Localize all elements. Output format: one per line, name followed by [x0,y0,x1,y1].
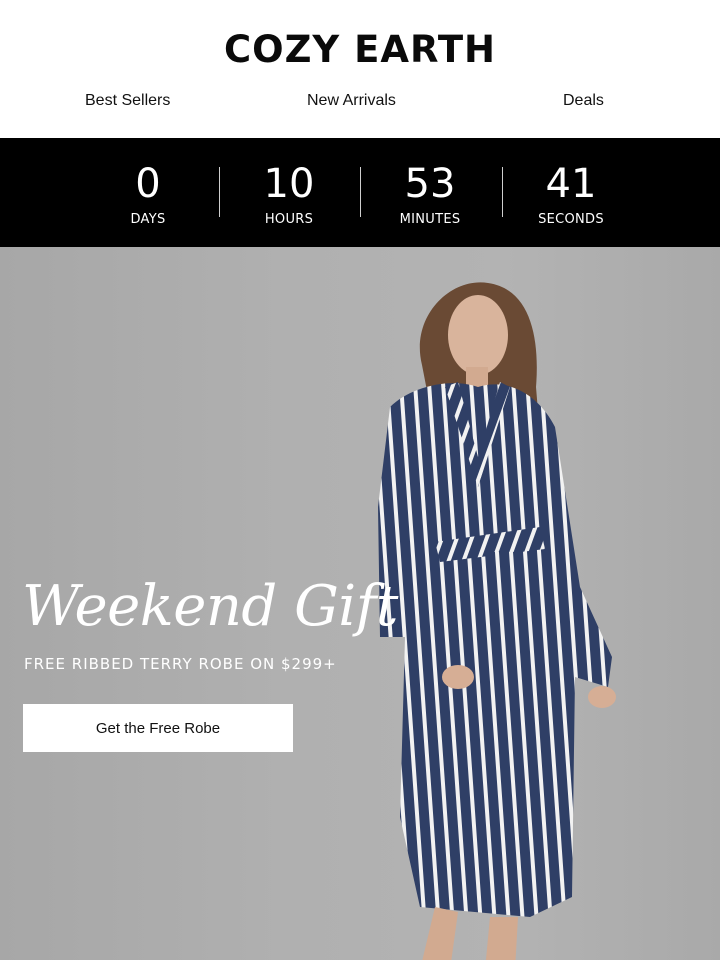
countdown-hours: 10 HOURS [229,0,349,227]
countdown-seconds-value: 41 [545,161,597,207]
countdown-timer: 0 DAYS 10 HOURS 53 MINUTES 41 SECONDS [0,138,720,247]
countdown-days-label: DAYS [130,212,166,227]
countdown-days-value: 0 [135,161,161,207]
countdown-hours-value: 10 [263,161,315,207]
countdown-minutes: 53 MINUTES [370,0,490,227]
countdown-seconds-label: SECONDS [538,212,604,227]
countdown-minutes-label: MINUTES [399,212,461,227]
countdown-divider [360,167,361,217]
countdown-divider [219,167,220,217]
countdown-divider [502,167,503,217]
countdown-minutes-value: 53 [404,161,456,207]
countdown-days: 0 DAYS [88,0,208,227]
hero-subline: FREE RIBBED TERRY ROBE ON $299+ [24,655,337,673]
hero-headline: Weekend Gift [22,574,398,639]
hero-banner[interactable]: Weekend Gift FREE RIBBED TERRY ROBE ON $… [0,247,720,960]
countdown-hours-label: HOURS [264,212,314,227]
get-free-robe-button[interactable]: Get the Free Robe [23,704,293,752]
countdown-seconds: 41 SECONDS [511,0,631,227]
